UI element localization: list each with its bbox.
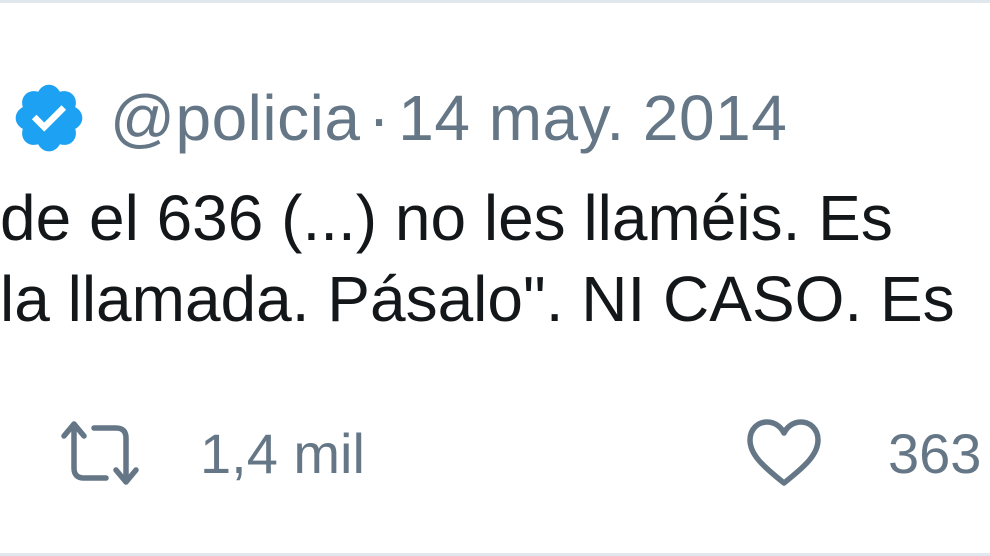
tweet-date[interactable]: 14 may. 2014 <box>398 82 787 154</box>
user-handle[interactable]: @policia <box>110 82 360 154</box>
heart-icon <box>746 419 822 487</box>
retweet-count: 1,4 mil <box>200 421 365 485</box>
tweet-frame: @policia · 14 may. 2014 de el 636 (...) no… <box>0 0 990 556</box>
like-count: 363 <box>888 421 982 485</box>
tweet-actions: 1,4 mil 363 <box>0 413 990 493</box>
retweet-icon <box>56 418 144 488</box>
tweet-text: de el 636 (...) no les llaméis. Es la ll… <box>0 178 990 340</box>
meta-separator: · <box>368 82 391 154</box>
verified-badge-icon <box>10 79 88 157</box>
tweet-card[interactable]: @policia · 14 may. 2014 de el 636 (...) no… <box>0 3 990 553</box>
tweet-meta: @policia · 14 may. 2014 <box>110 81 787 155</box>
tweet-header: @policia · 14 may. 2014 <box>0 73 787 163</box>
like-button[interactable]: 363 <box>746 413 981 493</box>
tweet-text-line: de el 636 (...) no les llaméis. Es <box>0 182 893 254</box>
retweet-button[interactable]: 1,4 mil <box>56 413 365 493</box>
tweet-text-line: la llamada. Pásalo". NI CASO. Es <box>0 263 955 335</box>
